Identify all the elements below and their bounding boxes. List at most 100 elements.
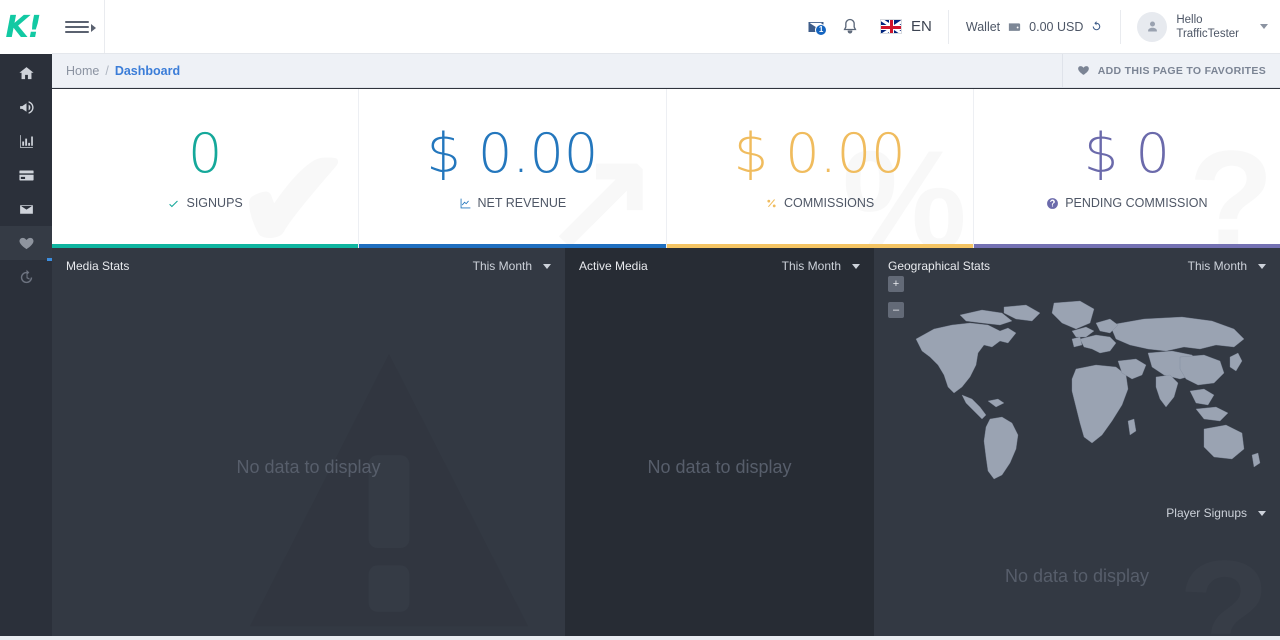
sidebar-item-messages[interactable] xyxy=(0,192,52,226)
logo-text: K! xyxy=(5,9,42,45)
kpi-value-commissions: $ 0.00 xyxy=(733,122,906,185)
greeting-text: Hello xyxy=(1176,13,1203,26)
heart-icon xyxy=(1077,66,1089,75)
sidebar-item-reports[interactable] xyxy=(0,124,52,158)
top-bar: 1 EN Wallet 0.00 USD Hello TrafficTester xyxy=(52,0,1280,54)
chevron-down-icon xyxy=(543,263,551,269)
player-signups-dropdown[interactable]: Player Signups xyxy=(1166,506,1266,520)
kpi-value-signups: 0 xyxy=(187,122,223,185)
question-watermark: ? xyxy=(1178,538,1270,640)
kpi-card-commissions[interactable]: % $ 0.00 COMMISSIONS xyxy=(666,89,974,248)
kpi-value-pending-commission: $ 0 xyxy=(1083,122,1170,185)
wallet-label: Wallet xyxy=(965,19,1001,34)
history-icon xyxy=(20,269,32,283)
messages-button[interactable]: 1 xyxy=(806,17,828,37)
geo-stats-header: Geographical Stats This Month xyxy=(874,248,1280,284)
geo-stats-range-label: This Month xyxy=(1187,259,1247,273)
avatar xyxy=(1137,11,1168,42)
topbar-icons: 1 xyxy=(806,17,874,37)
player-signups-empty-text: No data to display xyxy=(1004,566,1150,586)
panel-area: Media Stats This Month No data to displa… xyxy=(52,248,1280,640)
kpi-card-net-revenue[interactable]: ↗ $ 0.00 NET REVENUE xyxy=(359,89,667,248)
panel-geographical-stats: Geographical Stats This Month + – xyxy=(874,248,1280,498)
sidebar-item-payments[interactable] xyxy=(0,158,52,192)
left-sidebar: K! xyxy=(0,0,52,640)
megaphone-icon xyxy=(19,100,34,114)
kpi-label-net-revenue: NET REVENUE xyxy=(459,196,567,210)
wallet-amount: 0.00 USD xyxy=(1029,19,1084,34)
wallet-widget[interactable]: Wallet 0.00 USD xyxy=(947,9,1122,44)
kpi-label-net-revenue-text: NET REVENUE xyxy=(477,196,567,210)
bell-icon xyxy=(843,18,857,34)
warning-watermark xyxy=(244,340,534,640)
menu-toggle-button[interactable] xyxy=(52,0,105,53)
sidebar-item-home[interactable] xyxy=(0,56,52,90)
world-map[interactable] xyxy=(874,284,1280,498)
uk-flag-icon xyxy=(880,19,903,34)
kpi-label-signups: SIGNUPS xyxy=(167,196,243,210)
percent-icon xyxy=(767,198,776,207)
kpi-card-signups[interactable]: ✔ 0 SIGNUPS xyxy=(52,89,360,248)
kpi-label-signups-text: SIGNUPS xyxy=(186,196,243,210)
media-stats-header: Media Stats This Month xyxy=(52,248,565,284)
sidebar-item-marketing[interactable] xyxy=(0,90,52,124)
envelope-icon xyxy=(19,204,33,214)
language-label: EN xyxy=(911,18,932,35)
hamburger-icon xyxy=(65,19,96,35)
panel-active-media: Active Media This Month No data to displ… xyxy=(565,248,874,640)
world-map-icon xyxy=(915,300,1261,480)
map-zoom-controls: + – xyxy=(888,276,904,328)
sidebar-item-favorites[interactable] xyxy=(0,226,52,261)
chevron-right-icon xyxy=(91,23,96,32)
active-media-header: Active Media This Month xyxy=(565,248,874,284)
credit-card-icon xyxy=(18,170,34,180)
panel-media-stats: Media Stats This Month No data to displa… xyxy=(52,248,565,640)
breadcrumb: Home / Dashboard xyxy=(52,64,180,78)
chevron-down-icon[interactable] xyxy=(1260,24,1268,29)
chevron-down-icon xyxy=(1258,263,1266,269)
add-to-favorites-label: ADD THIS PAGE TO FAVORITES xyxy=(1097,64,1266,77)
player-signups-label: Player Signups xyxy=(1166,506,1247,520)
chevron-down-icon xyxy=(852,263,860,269)
user-icon xyxy=(1147,21,1157,32)
active-media-empty-text: No data to display xyxy=(647,457,792,477)
question-icon xyxy=(1047,197,1059,209)
breadcrumb-home[interactable]: Home xyxy=(66,64,99,78)
media-stats-range-label: This Month xyxy=(472,259,532,273)
geo-stats-range-dropdown[interactable]: This Month xyxy=(1188,259,1266,273)
brand-logo[interactable]: K! xyxy=(0,0,52,54)
notifications-button[interactable] xyxy=(840,17,860,37)
breadcrumb-separator: / xyxy=(105,63,109,78)
language-selector[interactable]: EN xyxy=(874,18,948,35)
kpi-value-net-revenue: $ 0.00 xyxy=(426,122,599,185)
active-media-title: Active Media xyxy=(579,259,648,273)
breadcrumb-bar: Home / Dashboard ADD THIS PAGE TO FAVORI… xyxy=(52,54,1280,88)
add-to-favorites-button[interactable]: ADD THIS PAGE TO FAVORITES xyxy=(1061,54,1280,87)
chevron-down-icon xyxy=(1258,510,1266,516)
dashboard-page: K! 1 EN Wallet 0.00 USD Hello TrafficTes… xyxy=(0,0,1280,640)
kpi-label-commissions: COMMISSIONS xyxy=(765,196,874,210)
chart-line-icon xyxy=(460,198,470,208)
home-icon xyxy=(18,66,34,79)
kpi-label-commissions-text: COMMISSIONS xyxy=(783,196,875,210)
kpi-card-row: ✔ 0 SIGNUPS ↗ $ 0.00 NET REVENUE % $ 0.0… xyxy=(52,89,1280,248)
kpi-card-pending-commission[interactable]: ? $ 0 PENDING COMMISSION xyxy=(973,89,1280,248)
map-zoom-out-button[interactable]: – xyxy=(888,302,904,318)
user-menu[interactable]: Hello TrafficTester xyxy=(1121,11,1280,42)
breadcrumb-current: Dashboard xyxy=(114,63,181,78)
kpi-label-pending-commission-text: PENDING COMMISSION xyxy=(1065,196,1208,210)
active-media-range-dropdown[interactable]: This Month xyxy=(782,259,860,273)
username-text: TrafficTester xyxy=(1176,27,1239,40)
sidebar-item-history[interactable] xyxy=(0,260,52,294)
media-stats-empty-text: No data to display xyxy=(236,457,381,477)
warning-triangle-icon xyxy=(249,353,529,627)
user-names: Hello TrafficTester xyxy=(1176,13,1239,41)
media-stats-title: Media Stats xyxy=(66,259,130,273)
signups-watermark: ✔ xyxy=(235,130,352,248)
check-icon xyxy=(169,200,179,207)
sidebar-nav xyxy=(0,54,52,294)
media-stats-range-dropdown[interactable]: This Month xyxy=(473,259,551,273)
messages-badge: 1 xyxy=(815,23,828,36)
wallet-icon xyxy=(1009,23,1021,31)
map-zoom-in-button[interactable]: + xyxy=(888,276,904,292)
